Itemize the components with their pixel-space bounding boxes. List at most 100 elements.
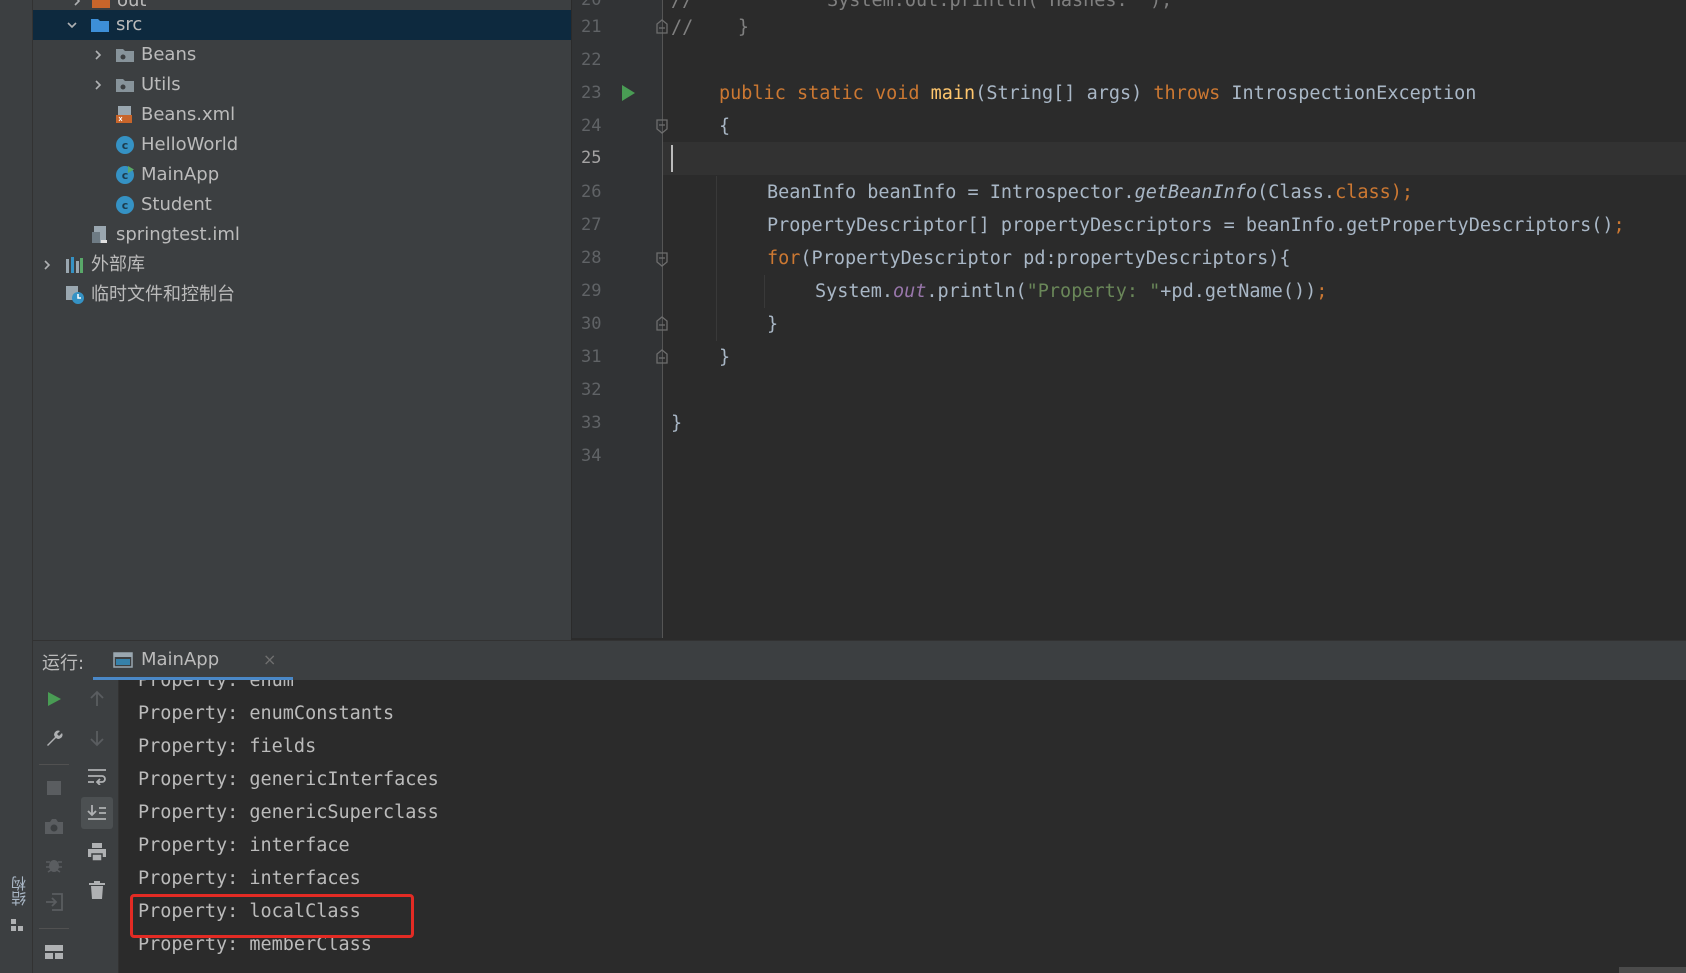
wrench-icon	[47, 730, 63, 746]
chevron-down-icon[interactable]	[66, 19, 78, 31]
chevron-right-icon[interactable]	[92, 49, 104, 61]
code-line-21: // }	[671, 17, 749, 38]
line-number: 23	[581, 83, 602, 103]
chevron-right-icon[interactable]	[41, 259, 53, 271]
code-line-29: System.out.println("Property: "+pd.getNa…	[815, 281, 1328, 302]
package-icon	[116, 79, 134, 92]
line-number-current: 25	[581, 148, 602, 168]
line-number: 29	[581, 281, 602, 301]
line-number: 34	[581, 446, 602, 466]
text-caret	[671, 145, 673, 172]
console-line: Property: genericSuperclass	[138, 802, 439, 823]
bug-icon	[46, 860, 62, 873]
structure-tool-tab[interactable]: 结构	[6, 876, 28, 936]
tree-item-label: Student	[141, 194, 212, 215]
debug-button[interactable]	[38, 848, 70, 880]
console-line: Property: interfaces	[138, 868, 361, 889]
line-number: 33	[581, 413, 602, 433]
line-number: 24	[581, 116, 602, 136]
chevron-right-icon[interactable]	[92, 79, 104, 91]
chevron-right-icon[interactable]	[71, 0, 83, 7]
toolbar-separator	[39, 928, 69, 929]
code-line-30: }	[767, 314, 779, 335]
code-line-28: for(PropertyDescriptor pd:propertyDescri…	[767, 248, 1291, 269]
line-number: 31	[581, 347, 602, 367]
arrow-up-icon	[90, 690, 104, 706]
tree-item-mainapp[interactable]: c MainApp	[33, 160, 571, 190]
code-line-24: {	[719, 116, 731, 137]
console-output[interactable]: Property: enum Property: enumConstants P…	[119, 680, 1686, 973]
clear-all-button[interactable]	[81, 874, 113, 906]
line-number: 32	[581, 380, 602, 400]
tree-item-label: Beans.xml	[141, 104, 236, 125]
tree-item-student[interactable]: c Student	[33, 190, 571, 220]
console-line: Property: fields	[138, 736, 317, 757]
tree-item-scratches[interactable]: 临时文件和控制台	[33, 280, 571, 310]
run-tab-label: MainApp	[141, 649, 220, 670]
code-line-31: }	[719, 347, 731, 368]
fold-start-icon[interactable]	[655, 251, 669, 267]
tree-item-helloworld[interactable]: c HelloWorld	[33, 130, 571, 160]
structure-tab-label: 结构	[10, 876, 28, 906]
tree-item-beans-xml[interactable]: Beans.xml	[33, 100, 571, 130]
previous-occurrence-button[interactable]	[81, 683, 113, 715]
scratches-icon	[66, 286, 84, 304]
package-icon	[116, 49, 134, 62]
tree-item-utils[interactable]: Utils	[33, 70, 571, 100]
stop-button[interactable]	[38, 772, 70, 804]
fold-end-icon[interactable]	[655, 349, 669, 365]
tree-item-src[interactable]: src	[33, 10, 571, 40]
rerun-button[interactable]	[38, 683, 70, 715]
edit-configuration-button[interactable]	[38, 722, 70, 754]
code-line-33: }	[671, 413, 683, 434]
run-console-icon	[113, 652, 133, 668]
soft-wrap-button[interactable]	[81, 760, 113, 792]
print-button[interactable]	[81, 836, 113, 868]
library-icon	[66, 257, 83, 273]
layout-button[interactable]	[38, 936, 70, 968]
line-number: 30	[581, 314, 602, 334]
svg-text:c: c	[122, 169, 129, 182]
close-tab-icon[interactable]: ×	[263, 650, 276, 669]
indent-guide	[716, 176, 717, 341]
tree-item-label: Utils	[141, 74, 181, 95]
dump-threads-button[interactable]	[38, 810, 70, 842]
tree-item-beans[interactable]: Beans	[33, 40, 571, 70]
tree-item-label: src	[116, 14, 143, 35]
fold-start-icon[interactable]	[655, 118, 669, 134]
console-line: Property: enumConstants	[138, 703, 395, 724]
run-main-gutter-icon[interactable]	[620, 84, 636, 102]
run-tab-mainapp[interactable]: MainApp ×	[93, 641, 293, 681]
project-tree-panel: out src Beans Utils Beans.xml c HelloWor…	[33, 0, 571, 640]
left-tool-window-strip: 结构	[0, 0, 33, 973]
tree-item-label: springtest.iml	[116, 224, 240, 245]
play-icon	[48, 692, 61, 706]
java-class-runnable-icon: c	[116, 166, 134, 184]
code-editor[interactable]: 20 21 22 23 24 25 26 27 28 29 30 31 32 3…	[571, 0, 1686, 638]
code-line-27: PropertyDescriptor[] propertyDescriptors…	[767, 215, 1625, 236]
exit-button[interactable]	[38, 886, 70, 918]
fold-end-icon[interactable]	[655, 316, 669, 332]
source-folder-icon	[91, 19, 109, 32]
current-line-highlight	[663, 142, 1686, 175]
console-line: Property: enum	[138, 680, 294, 691]
trash-icon	[89, 881, 105, 899]
structure-icon	[11, 919, 23, 931]
java-class-icon: c	[116, 136, 134, 154]
java-class-icon: c	[116, 196, 134, 214]
tree-item-springtest-iml[interactable]: springtest.iml	[33, 220, 571, 250]
toolbar-separator	[39, 764, 69, 765]
tree-item-label: HelloWorld	[141, 134, 239, 155]
red-annotation-box	[130, 894, 414, 938]
next-occurrence-button[interactable]	[81, 722, 113, 754]
arrow-down-icon	[90, 731, 104, 747]
line-number: 22	[581, 50, 602, 70]
fold-end-icon[interactable]	[655, 19, 669, 35]
console-line: Property: interface	[138, 835, 350, 856]
horizontal-scrollbar-thumb[interactable]	[1619, 967, 1686, 973]
xml-file-icon	[116, 106, 132, 123]
run-panel-header: 运行: MainApp ×	[33, 640, 1686, 681]
tree-item-external-libraries[interactable]: 外部库	[33, 250, 571, 280]
code-line-23: public static void main(String[] args) t…	[719, 83, 1477, 104]
scroll-to-end-button[interactable]	[81, 797, 113, 829]
